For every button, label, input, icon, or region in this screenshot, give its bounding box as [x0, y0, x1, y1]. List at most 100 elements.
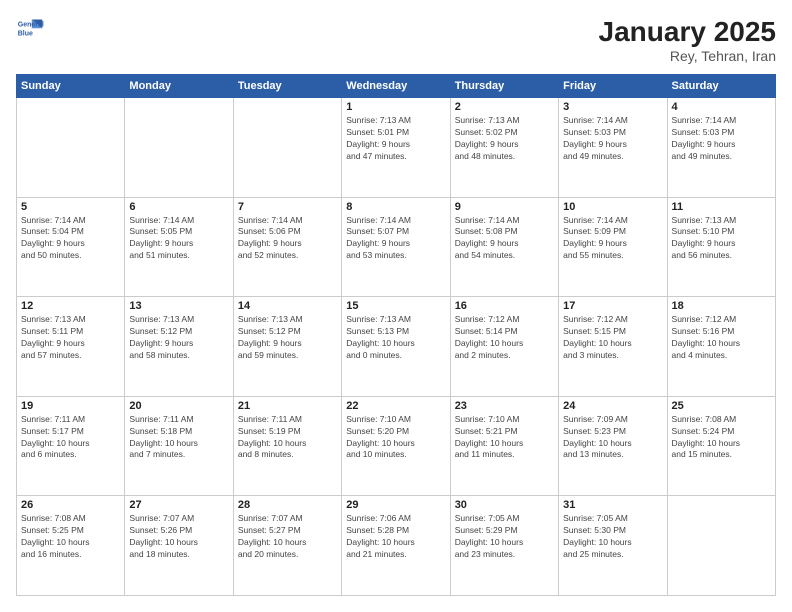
day-number: 2 — [455, 101, 554, 113]
day-number: 9 — [455, 201, 554, 213]
table-cell: 2Sunrise: 7:13 AM Sunset: 5:02 PM Daylig… — [450, 98, 558, 198]
table-cell: 5Sunrise: 7:14 AM Sunset: 5:04 PM Daylig… — [17, 197, 125, 297]
logo: General Blue — [16, 16, 44, 44]
table-cell: 24Sunrise: 7:09 AM Sunset: 5:23 PM Dayli… — [559, 396, 667, 496]
day-number: 10 — [563, 201, 662, 213]
day-number: 15 — [346, 300, 445, 312]
table-cell: 11Sunrise: 7:13 AM Sunset: 5:10 PM Dayli… — [667, 197, 775, 297]
day-info: Sunrise: 7:05 AM Sunset: 5:29 PM Dayligh… — [455, 513, 554, 561]
day-number: 14 — [238, 300, 337, 312]
day-info: Sunrise: 7:14 AM Sunset: 5:05 PM Dayligh… — [129, 215, 228, 263]
day-number: 23 — [455, 400, 554, 412]
day-number: 28 — [238, 499, 337, 511]
day-number: 17 — [563, 300, 662, 312]
table-cell: 19 Sunrise: 7:11 AM Sunset: 5:17 PM Dayli… — [17, 396, 125, 496]
table-cell: 9 Sunrise: 7:14 AM Sunset: 5:08 PM Daylig… — [450, 197, 558, 297]
day-number: 20 — [129, 400, 228, 412]
page: General Blue January 2025 Rey, Tehran, I… — [0, 0, 792, 612]
day-number: 27 — [129, 499, 228, 511]
col-wednesday: Wednesday — [342, 75, 450, 98]
col-thursday: Thursday — [450, 75, 558, 98]
day-info: Sunrise: 7:14 AM Sunset: 5:08 PM Dayligh… — [455, 215, 554, 263]
table-cell: 26 Sunrise: 7:08 AM Sunset: 5:25 PM Dayli… — [17, 496, 125, 596]
week-row-1: 1 Sunrise: 7:13 AM Sunset: 5:01 PM Daylig… — [17, 98, 776, 198]
day-info: Sunrise: 7:11 AM Sunset: 5:18 PM Dayligh… — [129, 414, 228, 462]
col-sunday: Sunday — [17, 75, 125, 98]
table-cell: 18Sunrise: 7:12 AM Sunset: 5:16 PM Dayli… — [667, 297, 775, 397]
day-info: Sunrise: 7:13 AM Sunset: 5:11 PM Dayligh… — [21, 314, 120, 362]
col-saturday: Saturday — [667, 75, 775, 98]
day-info: Sunrise: 7:14 AM Sunset: 5:03 PM Dayligh… — [563, 115, 662, 163]
day-info: Sunrise: 7:11 AM Sunset: 5:19 PM Dayligh… — [238, 414, 337, 462]
svg-text:General: General — [18, 22, 44, 29]
day-info: Sunrise: 7:14 AM Sunset: 5:09 PM Dayligh… — [563, 215, 662, 263]
day-number: 30 — [455, 499, 554, 511]
day-info: Sunrise: 7:11 AM Sunset: 5:17 PM Dayligh… — [21, 414, 120, 462]
table-cell — [667, 496, 775, 596]
calendar-table: Sunday Monday Tuesday Wednesday Thursday… — [16, 74, 776, 596]
svg-text:Blue: Blue — [18, 30, 33, 37]
table-cell: 28Sunrise: 7:07 AM Sunset: 5:27 PM Dayli… — [233, 496, 341, 596]
table-cell: 7Sunrise: 7:14 AM Sunset: 5:06 PM Daylig… — [233, 197, 341, 297]
table-cell: 12 Sunrise: 7:13 AM Sunset: 5:11 PM Dayli… — [17, 297, 125, 397]
day-number: 24 — [563, 400, 662, 412]
table-cell: 20 Sunrise: 7:11 AM Sunset: 5:18 PM Dayli… — [125, 396, 233, 496]
day-info: Sunrise: 7:12 AM Sunset: 5:15 PM Dayligh… — [563, 314, 662, 362]
day-info: Sunrise: 7:12 AM Sunset: 5:14 PM Dayligh… — [455, 314, 554, 362]
week-row-5: 26 Sunrise: 7:08 AM Sunset: 5:25 PM Dayli… — [17, 496, 776, 596]
day-number: 11 — [672, 201, 771, 213]
day-info: Sunrise: 7:08 AM Sunset: 5:24 PM Dayligh… — [672, 414, 771, 462]
day-number: 3 — [563, 101, 662, 113]
calendar-subtitle: Rey, Tehran, Iran — [599, 48, 776, 64]
calendar-title: January 2025 — [599, 16, 776, 48]
day-number: 1 — [346, 101, 445, 113]
table-cell: 3 Sunrise: 7:14 AM Sunset: 5:03 PM Daylig… — [559, 98, 667, 198]
table-cell — [125, 98, 233, 198]
day-info: Sunrise: 7:13 AM Sunset: 5:12 PM Dayligh… — [238, 314, 337, 362]
table-cell: 15 Sunrise: 7:13 AM Sunset: 5:13 PM Dayli… — [342, 297, 450, 397]
week-row-4: 19 Sunrise: 7:11 AM Sunset: 5:17 PM Dayli… — [17, 396, 776, 496]
day-info: Sunrise: 7:05 AM Sunset: 5:30 PM Dayligh… — [563, 513, 662, 561]
day-number: 26 — [21, 499, 120, 511]
table-cell: 6 Sunrise: 7:14 AM Sunset: 5:05 PM Daylig… — [125, 197, 233, 297]
title-block: January 2025 Rey, Tehran, Iran — [599, 16, 776, 64]
day-info: Sunrise: 7:14 AM Sunset: 5:07 PM Dayligh… — [346, 215, 445, 263]
table-cell: 13Sunrise: 7:13 AM Sunset: 5:12 PM Dayli… — [125, 297, 233, 397]
table-cell: 10 Sunrise: 7:14 AM Sunset: 5:09 PM Dayli… — [559, 197, 667, 297]
week-row-3: 12 Sunrise: 7:13 AM Sunset: 5:11 PM Dayli… — [17, 297, 776, 397]
day-number: 21 — [238, 400, 337, 412]
day-info: Sunrise: 7:13 AM Sunset: 5:13 PM Dayligh… — [346, 314, 445, 362]
day-number: 19 — [21, 400, 120, 412]
col-friday: Friday — [559, 75, 667, 98]
day-info: Sunrise: 7:10 AM Sunset: 5:20 PM Dayligh… — [346, 414, 445, 462]
table-cell: 29 Sunrise: 7:06 AM Sunset: 5:28 PM Dayli… — [342, 496, 450, 596]
day-number: 22 — [346, 400, 445, 412]
table-cell — [17, 98, 125, 198]
day-info: Sunrise: 7:13 AM Sunset: 5:01 PM Dayligh… — [346, 115, 445, 163]
header: General Blue January 2025 Rey, Tehran, I… — [16, 16, 776, 64]
day-number: 12 — [21, 300, 120, 312]
day-number: 8 — [346, 201, 445, 213]
table-cell: 22 Sunrise: 7:10 AM Sunset: 5:20 PM Dayli… — [342, 396, 450, 496]
day-info: Sunrise: 7:06 AM Sunset: 5:28 PM Dayligh… — [346, 513, 445, 561]
day-number: 13 — [129, 300, 228, 312]
col-monday: Monday — [125, 75, 233, 98]
day-number: 6 — [129, 201, 228, 213]
table-cell — [233, 98, 341, 198]
table-cell: 23 Sunrise: 7:10 AM Sunset: 5:21 PM Dayli… — [450, 396, 558, 496]
day-number: 16 — [455, 300, 554, 312]
day-info: Sunrise: 7:08 AM Sunset: 5:25 PM Dayligh… — [21, 513, 120, 561]
col-tuesday: Tuesday — [233, 75, 341, 98]
table-cell: 31Sunrise: 7:05 AM Sunset: 5:30 PM Dayli… — [559, 496, 667, 596]
day-number: 29 — [346, 499, 445, 511]
day-info: Sunrise: 7:14 AM Sunset: 5:03 PM Dayligh… — [672, 115, 771, 163]
day-info: Sunrise: 7:10 AM Sunset: 5:21 PM Dayligh… — [455, 414, 554, 462]
table-cell: 4Sunrise: 7:14 AM Sunset: 5:03 PM Daylig… — [667, 98, 775, 198]
table-cell: 1 Sunrise: 7:13 AM Sunset: 5:01 PM Daylig… — [342, 98, 450, 198]
week-row-2: 5Sunrise: 7:14 AM Sunset: 5:04 PM Daylig… — [17, 197, 776, 297]
table-cell: 8 Sunrise: 7:14 AM Sunset: 5:07 PM Daylig… — [342, 197, 450, 297]
table-cell: 25Sunrise: 7:08 AM Sunset: 5:24 PM Dayli… — [667, 396, 775, 496]
logo-icon: General Blue — [16, 16, 44, 44]
table-cell: 14 Sunrise: 7:13 AM Sunset: 5:12 PM Dayli… — [233, 297, 341, 397]
day-info: Sunrise: 7:07 AM Sunset: 5:26 PM Dayligh… — [129, 513, 228, 561]
